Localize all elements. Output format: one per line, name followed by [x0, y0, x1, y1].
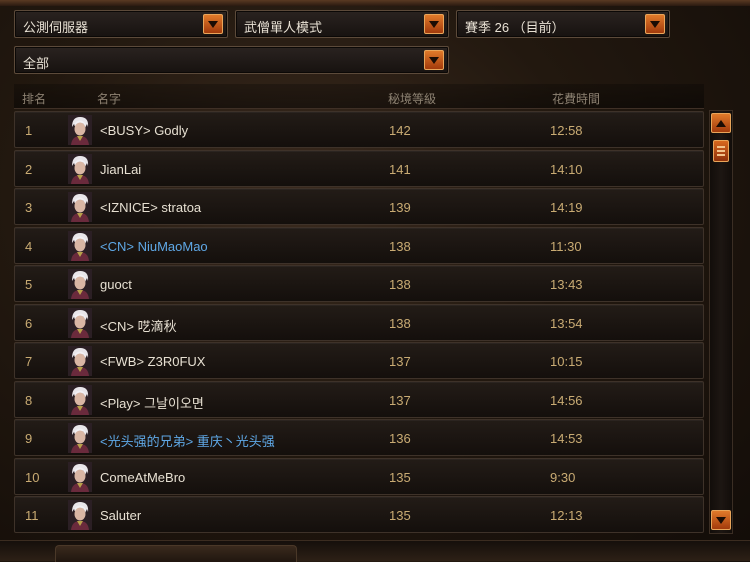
monk-portrait-icon	[68, 462, 92, 492]
chevron-down-icon[interactable]	[424, 50, 444, 70]
class-filter-dropdown[interactable]: 全部	[14, 46, 449, 74]
time-spent-value: 9:30	[550, 470, 576, 485]
monk-portrait-icon	[68, 423, 92, 453]
rift-level-value: 137	[389, 354, 411, 369]
mode-dropdown[interactable]: 武僧單人模式	[235, 10, 449, 38]
server-dropdown-label: 公測伺服器	[23, 20, 89, 35]
chevron-down-icon[interactable]	[645, 14, 665, 34]
class-filter-dropdown-label: 全部	[23, 56, 50, 71]
rank-value: 1	[25, 123, 33, 138]
time-spent-value: 11:30	[550, 239, 582, 254]
leaderboard-row[interactable]: 11 Saluter 135 12:13	[14, 496, 704, 533]
player-name[interactable]: <Play> 그날이오면	[100, 393, 204, 412]
player-name[interactable]: <IZNICE> stratoa	[100, 200, 201, 215]
arrow-down-icon[interactable]	[711, 510, 731, 530]
time-column-header[interactable]: 花費時間	[552, 90, 600, 107]
rank-value: 10	[25, 470, 40, 485]
leaderboard-row[interactable]: 3 <IZNICE> stratoa 139 14:19	[14, 188, 704, 225]
rank-value: 5	[25, 277, 33, 292]
time-spent-value: 13:43	[550, 277, 583, 292]
player-name[interactable]: Saluter	[100, 508, 141, 523]
leaderboard-row[interactable]: 1 <BUSY> Godly 142 12:58	[14, 111, 704, 148]
level-column-header[interactable]: 秘境等級	[388, 90, 436, 107]
rank-value: 9	[25, 431, 33, 446]
player-name[interactable]: <光头强的兄弟> 重庆丶光头强	[100, 431, 275, 450]
bottom-tab-decoration	[55, 545, 297, 562]
monk-portrait-icon	[68, 385, 92, 415]
time-spent-value: 14:10	[550, 162, 583, 177]
arrow-up-icon[interactable]	[711, 113, 731, 133]
rank-value: 8	[25, 393, 33, 408]
server-dropdown[interactable]: 公測伺服器	[14, 10, 228, 38]
scrollbar-thumb[interactable]	[713, 140, 729, 162]
scrollbar-track[interactable]	[709, 110, 733, 534]
rank-value: 3	[25, 200, 33, 215]
rank-column-header[interactable]: 排名	[22, 90, 46, 107]
rank-value: 2	[25, 162, 33, 177]
player-name[interactable]: <CN> NiuMaoMao	[100, 239, 208, 254]
rift-level-value: 135	[389, 470, 411, 485]
leaderboard-row[interactable]: 7 <FWB> Z3R0FUX 137 10:15	[14, 342, 704, 379]
player-name[interactable]: <CN> 呓滴秋	[100, 316, 177, 335]
leaderboard-row[interactable]: 9 <光头强的兄弟> 重庆丶光头强 136 14:53	[14, 419, 704, 456]
time-spent-value: 13:54	[550, 316, 583, 331]
player-name[interactable]: guoct	[100, 277, 132, 292]
time-spent-value: 14:56	[550, 393, 583, 408]
rank-value: 7	[25, 354, 33, 369]
time-spent-value: 14:53	[550, 431, 583, 446]
top-frame-border	[0, 0, 750, 6]
leaderboard-row[interactable]: 8 <Play> 그날이오면 137 14:56	[14, 381, 704, 418]
monk-portrait-icon	[68, 154, 92, 184]
player-name[interactable]: ComeAtMeBro	[100, 470, 185, 485]
rank-value: 4	[25, 239, 33, 254]
rift-level-value: 139	[389, 200, 411, 215]
time-spent-value: 12:58	[550, 123, 583, 138]
monk-portrait-icon	[68, 231, 92, 261]
bottom-frame-border	[0, 540, 750, 562]
rank-value: 6	[25, 316, 33, 331]
rift-level-value: 136	[389, 431, 411, 446]
player-name[interactable]: <BUSY> Godly	[100, 123, 188, 138]
monk-portrait-icon	[68, 192, 92, 222]
player-name[interactable]: <FWB> Z3R0FUX	[100, 354, 205, 369]
rift-level-value: 138	[389, 277, 411, 292]
monk-portrait-icon	[68, 346, 92, 376]
leaderboard-row[interactable]: 2 JianLai 141 14:10	[14, 150, 704, 187]
time-spent-value: 14:19	[550, 200, 583, 215]
rift-level-value: 138	[389, 239, 411, 254]
monk-portrait-icon	[68, 115, 92, 145]
season-dropdown-label: 賽季 26 （目前）	[465, 20, 565, 35]
name-column-header[interactable]: 名字	[97, 90, 121, 107]
leaderboard-row[interactable]: 10 ComeAtMeBro 135 9:30	[14, 458, 704, 495]
player-name[interactable]: JianLai	[100, 162, 141, 177]
time-spent-value: 12:13	[550, 508, 583, 523]
leaderboard-header: 排名 名字 秘境等級 花費時間	[14, 84, 704, 109]
rift-level-value: 137	[389, 393, 411, 408]
leaderboard-row[interactable]: 4 <CN> NiuMaoMao 138 11:30	[14, 227, 704, 264]
rift-level-value: 142	[389, 123, 411, 138]
mode-dropdown-label: 武僧單人模式	[244, 20, 323, 35]
chevron-down-icon[interactable]	[424, 14, 444, 34]
monk-portrait-icon	[68, 308, 92, 338]
time-spent-value: 10:15	[550, 354, 583, 369]
leaderboard-row[interactable]: 5 guoct 138 13:43	[14, 265, 704, 302]
monk-portrait-icon	[68, 269, 92, 299]
rift-level-value: 138	[389, 316, 411, 331]
rank-value: 11	[25, 508, 39, 523]
rift-level-value: 141	[389, 162, 411, 177]
leaderboard-row[interactable]: 6 <CN> 呓滴秋 138 13:54	[14, 304, 704, 341]
chevron-down-icon[interactable]	[203, 14, 223, 34]
monk-portrait-icon	[68, 500, 92, 530]
rift-level-value: 135	[389, 508, 411, 523]
season-dropdown[interactable]: 賽季 26 （目前）	[456, 10, 670, 38]
